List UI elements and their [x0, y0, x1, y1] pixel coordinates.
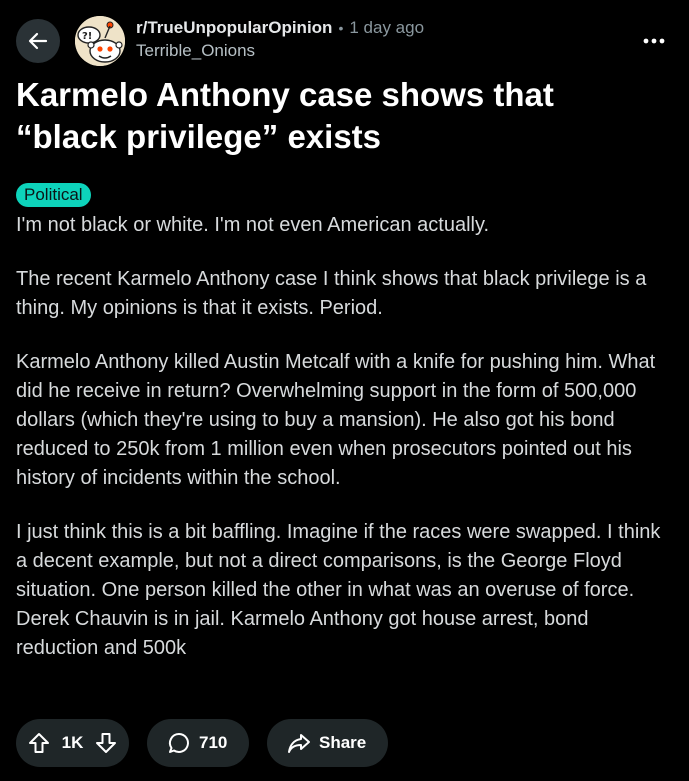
- post-title: Karmelo Anthony case shows that “black p…: [16, 76, 554, 155]
- downvote-arrow-icon: [95, 733, 116, 753]
- comment-bubble-icon: [168, 732, 189, 753]
- vote-count: 1K: [61, 733, 84, 752]
- body-paragraph: I just think this is a bit baffling. Ima…: [16, 521, 661, 659]
- author-name[interactable]: Terrible_Onions: [136, 40, 424, 62]
- share-label: Share: [319, 733, 367, 752]
- upvote-button[interactable]: [26, 730, 52, 756]
- subreddit-avatar[interactable]: ?!: [75, 16, 125, 66]
- comments-button[interactable]: 710: [147, 719, 249, 767]
- downvote-button[interactable]: [93, 730, 119, 756]
- share-button[interactable]: Share: [267, 719, 388, 767]
- post-flair[interactable]: Political: [16, 183, 91, 207]
- more-options-icon: [643, 38, 665, 44]
- body-paragraph: Karmelo Anthony killed Austin Metcalf wi…: [16, 351, 656, 489]
- subreddit-name[interactable]: r/TrueUnpopularOpinion: [136, 16, 332, 40]
- post-age: 1 day ago: [349, 18, 425, 37]
- comment-count: 710: [199, 733, 228, 752]
- body-paragraph: The recent Karmelo Anthony case I think …: [16, 268, 647, 319]
- more-options-button[interactable]: [639, 26, 669, 56]
- back-button[interactable]: [16, 19, 60, 63]
- post-meta: r/TrueUnpopularOpinion • 1 day ago Terri…: [136, 16, 424, 62]
- meta-separator: •: [338, 20, 344, 36]
- post-header: ?! r/TrueUnpopularOpinion • 1 day ago Te…: [16, 14, 673, 66]
- svg-text:?!: ?!: [82, 31, 92, 42]
- upvote-arrow-icon: [29, 733, 49, 753]
- post-actions-bar: 1K 710 Share: [16, 719, 388, 767]
- snoo-mascot-icon: ?!: [75, 16, 125, 66]
- post-body: I'm not black or white. I'm not even Ame…: [16, 211, 676, 688]
- share-arrow-icon: [288, 734, 310, 753]
- back-arrow-icon: [28, 32, 48, 50]
- body-paragraph: I'm not black or white. I'm not even Ame…: [16, 214, 490, 236]
- vote-control: 1K: [16, 719, 129, 767]
